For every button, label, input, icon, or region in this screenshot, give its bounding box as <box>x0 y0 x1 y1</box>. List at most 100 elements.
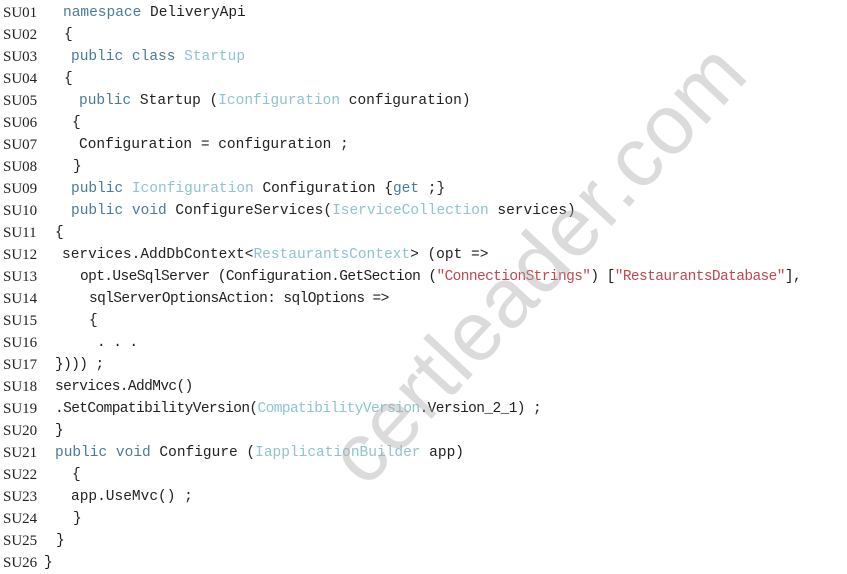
line-content: } <box>44 552 53 574</box>
line-number: SU25 <box>3 533 38 549</box>
type-token: Iconfiguration <box>218 93 341 109</box>
line-content: public class Startup <box>71 46 245 68</box>
type-token: Startup <box>184 49 246 65</box>
code-line: SU26} <box>0 552 847 574</box>
line-content: public Startup (Iconfiguration configura… <box>79 90 471 112</box>
line-number: SU15 <box>3 313 38 329</box>
code-line: SU21 public void Configure (IapplicationB… <box>0 442 847 464</box>
line-content: public void ConfigureServices(IserviceCo… <box>71 200 576 222</box>
code-token: } <box>56 533 65 549</box>
code-line: SU07 Configuration = configuration ; <box>0 134 847 156</box>
code-token: . . . <box>97 335 138 351</box>
line-content: services.AddMvc() <box>55 376 193 398</box>
line-number: SU13 <box>3 269 38 285</box>
code-line: SU23 app.UseMvc() ; <box>0 486 847 508</box>
line-number: SU01 <box>3 5 38 21</box>
line-number: SU14 <box>3 291 38 307</box>
string-token: "ConnectionStrings" <box>436 269 591 285</box>
code-token: services.AddDbContext< <box>62 247 254 263</box>
code-token: services) <box>488 203 576 219</box>
code-line: SU04 { <box>0 68 847 90</box>
line-number: SU03 <box>3 49 38 65</box>
code-line: SU14 sqlServerOptionsAction: sqlOptions =… <box>0 288 847 310</box>
line-content: opt.UseSqlServer (Configuration.GetSecti… <box>80 266 802 288</box>
line-content: .SetCompatibilityVersion(CompatibilityVe… <box>55 398 542 420</box>
line-number: SU05 <box>3 93 38 109</box>
code-line: SU18 services.AddMvc() <box>0 376 847 398</box>
code-line: SU22 { <box>0 464 847 486</box>
string-token: "RestaurantsDatabase" <box>614 269 786 285</box>
code-line: SU16 . . . <box>0 332 847 354</box>
code-line: SU01 namespace DeliveryApi <box>0 2 847 24</box>
code-token: Startup ( <box>131 93 219 109</box>
line-number: SU11 <box>3 225 37 241</box>
code-line: SU24} <box>0 508 847 530</box>
code-line: SU11 { <box>0 222 847 244</box>
code-token: .Version_2_1) ; <box>419 401 542 417</box>
line-content: . . . <box>97 332 138 354</box>
type-token: CompatibilityVersion <box>257 401 421 417</box>
code-token: }))) ; <box>55 357 104 373</box>
code-token: } <box>73 511 82 527</box>
code-token: { <box>72 115 81 131</box>
keyword-token: namespace <box>63 5 142 21</box>
code-token: { <box>72 467 81 483</box>
line-number: SU23 <box>3 489 38 505</box>
line-number: SU12 <box>3 247 38 263</box>
line-number: SU10 <box>3 203 38 219</box>
line-number: SU09 <box>3 181 38 197</box>
line-number: SU21 <box>3 445 38 461</box>
line-number: SU20 <box>3 423 38 439</box>
line-content: } <box>73 508 82 530</box>
type-token: RestaurantsContext <box>253 247 411 263</box>
line-number: SU19 <box>3 401 38 417</box>
code-token: ], <box>784 269 802 285</box>
code-token: } <box>55 423 64 439</box>
code-line: SU15 { <box>0 310 847 332</box>
line-content: { <box>72 464 81 486</box>
code-line: SU20} <box>0 420 847 442</box>
type-token: IserviceCollection <box>332 203 489 219</box>
code-line: SU25} <box>0 530 847 552</box>
code-token: ;} <box>419 181 446 197</box>
code-line: SU02 { <box>0 24 847 46</box>
keyword-token: get <box>392 181 420 197</box>
line-content: { <box>55 222 64 244</box>
code-token: opt.UseSqlServer (Configuration.GetSecti… <box>80 269 437 285</box>
code-line: SU05 public Startup (Iconfiguration confi… <box>0 90 847 112</box>
line-content: { <box>72 112 81 134</box>
keyword-token: public <box>71 181 132 197</box>
line-content: Configuration = configuration ; <box>79 134 349 156</box>
code-token: { <box>55 225 64 241</box>
code-line: SU10 public void ConfigureServices(Iservi… <box>0 200 847 222</box>
code-line: SU09 public Iconfiguration Configuration … <box>0 178 847 200</box>
code-listing: SU01 namespace DeliveryApi SU02 { SU03 publ… <box>0 2 847 574</box>
line-content: services.AddDbContext<RestaurantsContext… <box>62 244 488 266</box>
code-line: SU03 public class Startup <box>0 46 847 68</box>
line-content: } <box>55 420 64 442</box>
line-content: { <box>64 24 73 46</box>
code-line: SU08} <box>0 156 847 178</box>
line-number: SU24 <box>3 511 38 527</box>
keyword-token: public void <box>71 203 176 219</box>
line-content: { <box>89 310 98 332</box>
line-content: { <box>64 68 73 90</box>
keyword-token: public <box>79 93 132 109</box>
line-number: SU02 <box>3 27 38 43</box>
line-number: SU18 <box>3 379 38 395</box>
code-line: SU06 { <box>0 112 847 134</box>
code-token: services.AddMvc() <box>55 379 193 395</box>
code-token: { <box>64 71 73 87</box>
code-token: DeliveryApi <box>141 5 246 21</box>
keyword-token: public class <box>71 49 185 65</box>
line-content: namespace DeliveryApi <box>63 2 246 24</box>
line-number: SU07 <box>3 137 38 153</box>
type-token: IapplicationBuilder <box>255 445 421 461</box>
line-number: SU26 <box>3 555 38 571</box>
code-token: Configuration { <box>253 181 393 197</box>
line-content: } <box>56 530 65 552</box>
line-number: SU16 <box>3 335 38 351</box>
line-content: app.UseMvc() ; <box>71 486 193 508</box>
line-number: SU04 <box>3 71 38 87</box>
line-content: sqlServerOptionsAction: sqlOptions => <box>89 288 389 310</box>
